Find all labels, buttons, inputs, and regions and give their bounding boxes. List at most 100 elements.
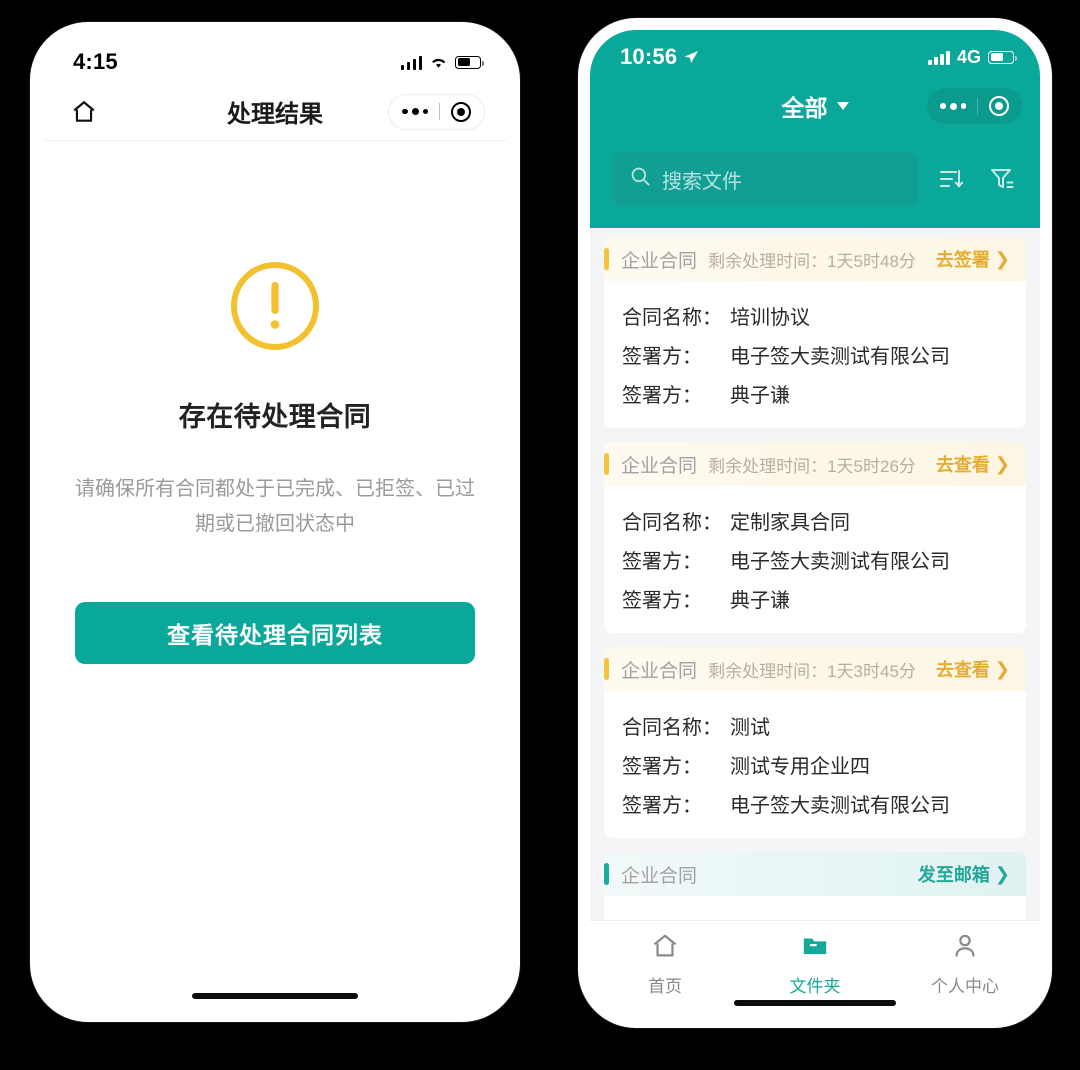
tab-label: 首页	[648, 977, 682, 996]
left-status-right	[400, 55, 484, 70]
signer-value: 测试专用企业四	[730, 756, 870, 778]
folder-filter-title[interactable]: 全部	[590, 89, 1040, 123]
signer-label: 签署方：	[622, 346, 702, 368]
contract-card-body: 合同名称： 测试 签署方： 测试专用企业四 签署方： 电子签大卖测试有限公司	[604, 691, 1026, 838]
contract-card-header: 企业合同 剩余处理时间：1天5时26分 去查看 ❯	[604, 442, 1026, 486]
chevron-down-icon[interactable]	[836, 102, 849, 110]
right-navbar: 全部	[590, 78, 1040, 134]
contract-action-label: 发至邮箱	[917, 865, 990, 885]
contract-action-button[interactable]: 去签署 ❯	[936, 246, 1010, 272]
right-header: 10:56 4G 全部 搜索文件	[590, 30, 1040, 228]
contract-name-value: 测试	[730, 717, 770, 739]
contract-card-header: 企业合同 剩余处理时间：1天5时48分 去签署 ❯	[604, 237, 1026, 281]
contract-action-label: 去查看	[935, 660, 990, 680]
search-icon	[630, 166, 651, 192]
signal-bars-icon	[400, 55, 422, 70]
contract-name-label: 合同名称：	[622, 717, 722, 739]
capsule-divider	[439, 103, 440, 120]
contract-list[interactable]: 企业合同 剩余处理时间：1天5时48分 去签署 ❯ 合同名称： 培训协议 签署方： 电子签大卖…	[590, 228, 1040, 931]
left-navbar: 处理结果	[43, 83, 507, 141]
contract-card-header: 企业合同 发至邮箱 ❯	[604, 852, 1026, 896]
contract-detail-row: 签署方： 电子签大卖测试有限公司	[622, 340, 1008, 369]
signer-value: 典子谦	[730, 590, 790, 612]
more-dots-icon[interactable]	[402, 108, 428, 115]
contract-type-label: 企业合同	[621, 455, 698, 477]
target-circle-icon[interactable]	[451, 101, 471, 122]
contract-type-accent-bar	[604, 863, 609, 885]
battery-icon	[988, 50, 1017, 64]
battery-icon	[455, 55, 484, 69]
signer-label: 签署方：	[622, 590, 702, 612]
signer-label: 签署方：	[622, 795, 702, 817]
contract-type-label: 企业合同	[621, 660, 698, 682]
filter-funnel-icon[interactable]	[984, 162, 1018, 196]
phone-left: 4:15 处理结果 存在待处理合同 请确保所有合同都处于已完成、已拒签、已过期或…	[30, 22, 520, 1022]
view-pending-contracts-button[interactable]: 查看待处理合同列表	[75, 602, 475, 664]
result-description: 请确保所有合同都处于已完成、已拒签、已过期或已撤回状态中	[75, 478, 475, 535]
contract-detail-row: 签署方： 电子签大卖测试有限公司	[622, 545, 1008, 574]
contract-type-label: 企业合同	[621, 250, 698, 272]
right-status-bar: 10:56 4G	[590, 30, 1040, 78]
right-status-left: 10:56	[620, 44, 699, 70]
left-screen: 4:15 处理结果 存在待处理合同 请确保所有合同都处于已完成、已拒签、已过期或…	[43, 35, 507, 1009]
contract-name-label: 合同名称：	[622, 307, 722, 329]
location-arrow-icon	[683, 49, 699, 65]
contract-type-accent-bar	[604, 453, 609, 475]
tab-label: 个人中心	[931, 977, 999, 996]
signer-label: 签署方：	[622, 756, 702, 778]
home-indicator	[192, 993, 358, 999]
contract-card-body: 合同名称： 定制家具合同 签署方： 电子签大卖测试有限公司 签署方： 典子谦	[604, 486, 1026, 633]
tab-label: 文件夹	[789, 977, 841, 996]
contract-card[interactable]: 企业合同 剩余处理时间：1天5时48分 去签署 ❯ 合同名称： 培训协议签署方： 电子签大卖…	[604, 237, 1026, 428]
contract-action-button[interactable]: 去查看 ❯	[936, 451, 1010, 477]
contract-detail-row: 签署方： 电子签大卖测试有限公司	[622, 789, 1008, 818]
signer-label: 签署方：	[622, 551, 702, 573]
status-time: 4:15	[73, 49, 118, 74]
right-status-right: 4G	[928, 47, 1017, 68]
signal-bars-icon	[928, 50, 950, 65]
contract-card[interactable]: 企业合同 剩余处理时间：1天5时26分 去查看 ❯ 合同名称： 定制家具合同 签署方： 电子签…	[604, 442, 1026, 633]
remaining-time-label: 剩余处理时间：1天5时26分	[708, 456, 916, 476]
contract-card[interactable]: 企业合同 剩余处理时间：1天3时45分 去查看 ❯ 合同名称： 测试签署方： 测试专用企业四…	[604, 647, 1026, 838]
folder-icon	[801, 932, 829, 965]
contract-action-label: 去查看	[935, 455, 990, 475]
status-time: 10:56	[620, 44, 678, 69]
result-title: 存在待处理合同	[178, 402, 372, 432]
search-input[interactable]: 搜索文件	[612, 152, 918, 206]
chevron-right-icon: ❯	[994, 249, 1010, 269]
remaining-time-label: 剩余处理时间：1天3时45分	[708, 661, 916, 681]
contract-type-label: 企业合同	[621, 865, 698, 887]
home-icon[interactable]	[67, 95, 101, 129]
signer-value: 典子谦	[730, 385, 790, 407]
contract-action-button[interactable]: 去查看 ❯	[936, 656, 1010, 682]
wifi-icon	[429, 55, 448, 69]
search-row: 搜索文件	[590, 134, 1040, 206]
contract-detail-row: 签署方： 测试专用企业四	[622, 750, 1008, 779]
home-indicator	[734, 1000, 896, 1006]
home-icon	[651, 932, 679, 965]
contract-type-accent-bar	[604, 658, 609, 680]
contract-detail-row: 合同名称： 培训协议	[622, 301, 1008, 330]
left-status-bar: 4:15	[43, 35, 507, 83]
contract-detail-row: 合同名称： 定制家具合同	[622, 506, 1008, 535]
person-icon	[951, 932, 979, 965]
contract-detail-row: 签署方： 典子谦	[622, 379, 1008, 408]
tab-home[interactable]: 首页	[590, 932, 740, 997]
contract-action-button[interactable]: 发至邮箱 ❯	[918, 861, 1010, 887]
contract-action-label: 去签署	[935, 250, 990, 270]
remaining-time-label: 剩余处理时间：1天5时48分	[708, 251, 916, 271]
tab-person[interactable]: 个人中心	[890, 932, 1040, 997]
signer-label: 签署方：	[622, 385, 702, 407]
screenshot-stage: 4:15 处理结果 存在待处理合同 请确保所有合同都处于已完成、已拒签、已过期或…	[0, 0, 1080, 1070]
capsule-divider	[977, 97, 978, 115]
contract-card-header: 企业合同 剩余处理时间：1天3时45分 去查看 ❯	[604, 647, 1026, 691]
right-screen: 10:56 4G 全部 搜索文件 企业合同 剩余处理时间：1天5时48分 去签署…	[590, 30, 1040, 1016]
contract-card-body: 合同名称： 培训协议 签署方： 电子签大卖测试有限公司 签署方： 典子谦	[604, 281, 1026, 428]
contract-type-accent-bar	[604, 248, 609, 270]
sort-descending-icon[interactable]	[934, 162, 968, 196]
miniprogram-capsule[interactable]	[388, 93, 485, 130]
tab-folder[interactable]: 文件夹	[740, 932, 890, 997]
chevron-right-icon: ❯	[994, 864, 1010, 884]
signer-value: 电子签大卖测试有限公司	[730, 795, 950, 817]
signer-value: 电子签大卖测试有限公司	[730, 346, 950, 368]
